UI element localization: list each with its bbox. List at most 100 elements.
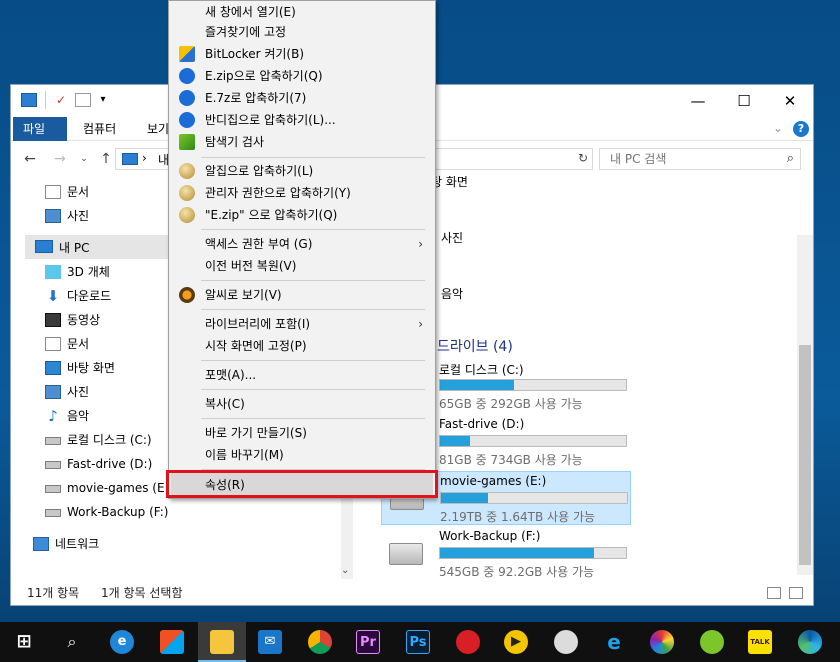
taskbar-search[interactable]: ⌕	[48, 622, 96, 662]
menu-rename[interactable]: 이름 바꾸기(M)	[171, 444, 433, 466]
taskbar-potplayer[interactable]: ▶	[492, 622, 540, 662]
nav-item-network[interactable]: 네트워크	[25, 533, 155, 555]
pictures-icon	[45, 385, 61, 399]
taskbar-edge-new[interactable]	[786, 622, 834, 662]
menu-label: 탐색기 검사	[205, 135, 265, 149]
taskbar-edge[interactable]: e	[98, 622, 146, 662]
menu-label: 관리자 권한으로 압축하기(Y)	[205, 186, 351, 200]
nav-item-pictures-2[interactable]: 사진	[37, 381, 167, 403]
nav-label: 다운로드	[67, 289, 112, 303]
menu-create-shortcut[interactable]: 바로 가기 만들기(S)	[171, 422, 433, 444]
ribbon-expand-icon[interactable]: ⌄	[773, 121, 783, 135]
refresh-icon[interactable]: ↻	[578, 151, 588, 165]
pictures-icon	[45, 209, 61, 223]
taskbar-ie[interactable]: e	[590, 622, 638, 662]
back-arrow-icon[interactable]: ←	[21, 149, 39, 169]
menu-grant-access[interactable]: 액세스 권한 부여 (G) ›	[171, 233, 433, 255]
taskbar-kakaotalk[interactable]: TALK	[736, 622, 784, 662]
menu-copy[interactable]: 복사(C)	[171, 393, 433, 415]
menu-restore-versions[interactable]: 이전 버전 복원(V)	[171, 255, 433, 277]
menu-separator	[201, 280, 425, 281]
drive-icon	[45, 461, 61, 469]
menu-label: 즐겨찾기에 고정	[205, 25, 287, 39]
nav-item-drive-c[interactable]: 로컬 디스크 (C:)	[37, 429, 167, 451]
taskbar-app-green[interactable]	[688, 622, 736, 662]
menu-bandizip-7z[interactable]: E.7z로 압축하기(7)	[171, 87, 433, 109]
menu-format[interactable]: 포맷(A)...	[171, 364, 433, 386]
nav-item-documents-2[interactable]: 문서	[37, 333, 167, 355]
nav-label: 음악	[67, 409, 90, 423]
folder-label-pictures[interactable]: 사진	[441, 229, 463, 246]
drive-usage-bar	[439, 379, 627, 391]
download-arrow-icon: ⬇	[46, 287, 60, 305]
menu-bitlocker[interactable]: BitLocker 켜기(B)	[171, 43, 433, 65]
scrollbar-thumb[interactable]	[799, 345, 811, 565]
taskbar-app-red[interactable]	[444, 622, 492, 662]
menu-bandizip-compress[interactable]: 반디집으로 압축하기(L)...	[171, 109, 433, 131]
customize-toolbar-icon[interactable]: ▾	[95, 93, 111, 107]
nav-item-music[interactable]: ♪ 음악	[37, 405, 167, 427]
taskbar-file-explorer[interactable]	[198, 622, 246, 662]
nav-item-drive-e[interactable]: movie-games (E:)	[37, 477, 173, 499]
tab-file[interactable]: 파일	[13, 117, 67, 141]
menu-explorer-scan[interactable]: 탐색기 검사	[171, 131, 433, 153]
forward-arrow-icon[interactable]: →	[51, 149, 69, 169]
nav-item-drive-d[interactable]: Fast-drive (D:)	[37, 453, 167, 475]
this-pc-icon[interactable]	[21, 93, 37, 107]
menu-pin-start[interactable]: 시작 화면에 고정(P)	[171, 335, 433, 357]
menu-alzip-ezip[interactable]: "E.zip" 으로 압축하기(Q)	[171, 204, 433, 226]
details-view-icon[interactable]	[767, 587, 781, 599]
menu-label: E.zip으로 압축하기(Q)	[205, 69, 323, 83]
search-icon[interactable]: ⌕	[787, 151, 794, 166]
menu-bandizip-zip[interactable]: E.zip으로 압축하기(Q)	[171, 65, 433, 87]
menu-pin-quick-access[interactable]: 즐겨찾기에 고정	[171, 21, 433, 43]
maximize-button[interactable]: ☐	[721, 85, 767, 117]
taskbar-store[interactable]	[148, 622, 196, 662]
nav-item-desktop[interactable]: 바탕 화면	[37, 357, 167, 379]
taskbar-chrome[interactable]	[296, 622, 344, 662]
nav-item-3d-objects[interactable]: 3D 개체	[37, 261, 167, 283]
search-input[interactable]	[610, 152, 770, 166]
menu-alzip-admin[interactable]: 관리자 권한으로 압축하기(Y)	[171, 182, 433, 204]
nav-item-videos[interactable]: 동영상	[37, 309, 167, 331]
app-icon	[650, 630, 674, 654]
title-divider	[45, 91, 46, 109]
nav-item-downloads[interactable]: ⬇ 다운로드	[37, 285, 167, 307]
content-scrollbar[interactable]	[797, 235, 813, 575]
folder-label-desktop[interactable]: 탕 화면	[431, 173, 468, 190]
up-arrow-icon[interactable]: ↑	[97, 149, 115, 169]
scroll-down-icon[interactable]: ⌄	[341, 565, 349, 576]
large-icons-view-icon[interactable]	[789, 587, 803, 599]
taskbar-photoshop[interactable]: Ps	[394, 622, 442, 662]
taskbar-premiere[interactable]: Pr	[344, 622, 392, 662]
start-button[interactable]: ⊞	[0, 622, 48, 662]
nav-item-this-pc[interactable]: 내 PC	[25, 235, 181, 259]
close-button[interactable]: ✕	[767, 85, 813, 117]
taskbar-mail[interactable]: ✉	[246, 622, 294, 662]
nav-item-documents[interactable]: 문서	[37, 181, 167, 203]
nav-item-pictures[interactable]: 사진	[37, 205, 167, 227]
nav-item-drive-f[interactable]: Work-Backup (F:)	[37, 501, 168, 523]
recent-dropdown-icon[interactable]: ⌄	[75, 149, 93, 169]
menu-open-new-window[interactable]: 새 창에서 열기(E)	[171, 1, 433, 23]
new-folder-icon[interactable]	[75, 93, 91, 107]
help-button[interactable]: ?	[793, 121, 809, 137]
tab-computer[interactable]: 컴퓨터	[73, 117, 126, 141]
drive-usage-fill	[440, 548, 595, 558]
document-icon	[45, 185, 61, 199]
menu-alzip-compress[interactable]: 알집으로 압축하기(L)	[171, 160, 433, 182]
alsee-icon	[179, 287, 195, 303]
minimize-button[interactable]: —	[675, 85, 721, 117]
folder-label-music[interactable]: 음악	[441, 285, 463, 302]
drive-tile-f[interactable]: Work-Backup (F:) 545GB 중 92.2GB 사용 가능	[381, 527, 631, 581]
taskbar-app-colorful[interactable]	[638, 622, 686, 662]
properties-check-icon[interactable]: ✓	[53, 93, 69, 107]
drives-section-header[interactable]: 드라이브 (4)	[437, 336, 513, 356]
drive-usage-bar	[440, 492, 628, 504]
menu-label: 반디집으로 압축하기(L)...	[205, 113, 336, 127]
menu-include-library[interactable]: 라이브러리에 포함(I) ›	[171, 313, 433, 335]
menu-alsee-view[interactable]: 알씨로 보기(V)	[171, 284, 433, 306]
search-box[interactable]: ⌕	[599, 148, 801, 170]
taskbar-app-penguin[interactable]	[542, 622, 590, 662]
menu-label: 이전 버전 복원(V)	[205, 259, 297, 273]
